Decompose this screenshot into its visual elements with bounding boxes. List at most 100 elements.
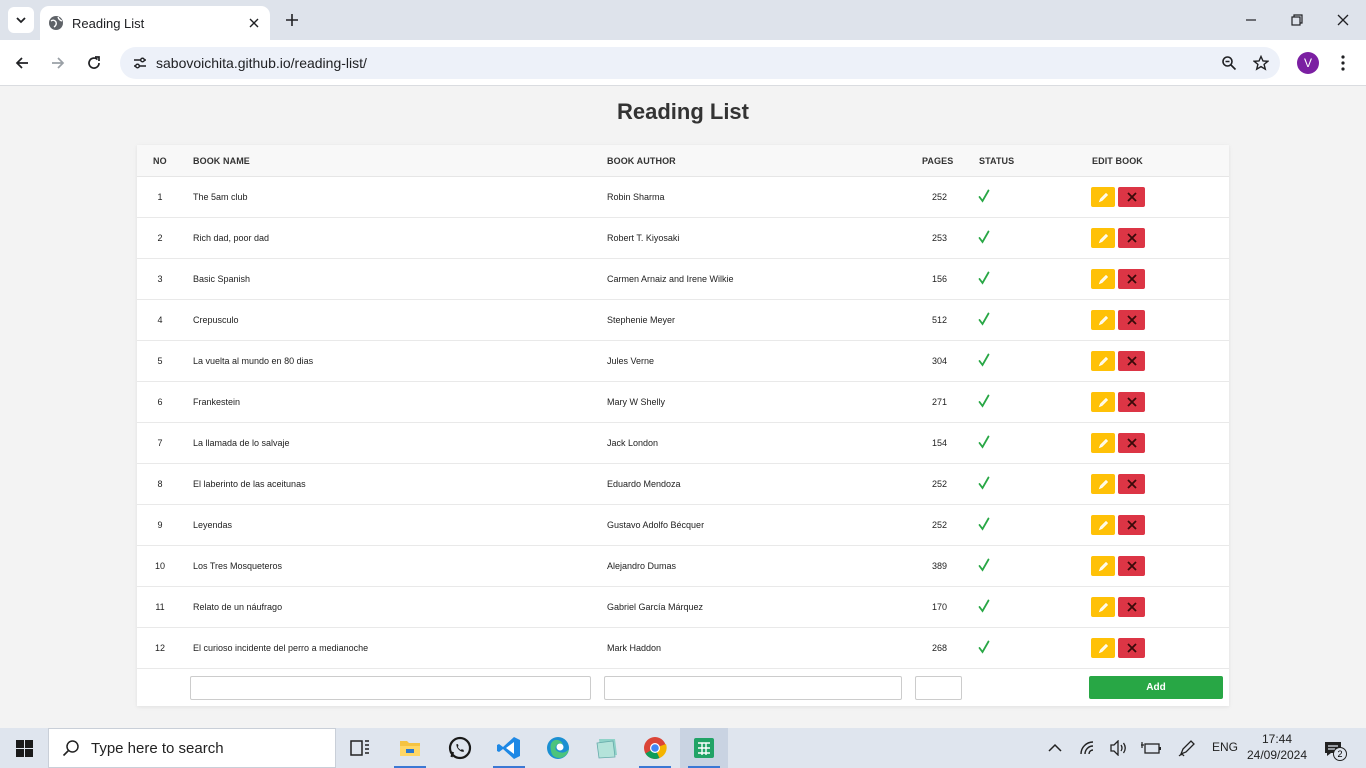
book-author: Eduardo Mendoza (607, 479, 681, 489)
tab-search-button[interactable] (8, 7, 34, 33)
status-check-icon (978, 353, 990, 367)
edit-book-button[interactable] (1091, 392, 1115, 412)
delete-book-button[interactable] (1118, 638, 1145, 658)
clock-time: 17:44 (1261, 732, 1293, 746)
delete-book-button[interactable] (1118, 556, 1145, 576)
task-view-button[interactable] (336, 728, 384, 768)
delete-book-button[interactable] (1118, 269, 1145, 289)
close-icon (1337, 14, 1349, 26)
delete-book-button[interactable] (1118, 433, 1145, 453)
taskbar-chrome[interactable] (631, 728, 679, 768)
edit-book-button[interactable] (1091, 228, 1115, 248)
battery-icon[interactable] (1141, 738, 1161, 758)
table-row: 3 Basic Spanish Carmen Arnaiz and Irene Wi… (137, 259, 1229, 300)
taskbar-vscode[interactable] (485, 728, 533, 768)
taskbar-sticky-app[interactable] (583, 728, 631, 768)
book-name: Los Tres Mosqueteros (193, 561, 283, 571)
delete-book-button[interactable] (1118, 351, 1145, 371)
system-clock[interactable]: 17:44 24/09/2024 (1244, 731, 1310, 763)
close-tab-icon[interactable] (244, 13, 264, 33)
row-number: 7 (157, 438, 163, 448)
row-number: 4 (157, 315, 163, 325)
book-name: Frankestein (193, 397, 241, 407)
edit-book-button[interactable] (1091, 187, 1115, 207)
edit-book-button[interactable] (1091, 433, 1115, 453)
chevron-down-icon (16, 17, 26, 24)
delete-book-button[interactable] (1118, 474, 1145, 494)
delete-book-button[interactable] (1118, 187, 1145, 207)
show-hidden-icons-button[interactable] (1045, 738, 1065, 758)
network-icon[interactable] (1078, 738, 1098, 758)
profile-avatar[interactable]: V (1297, 52, 1319, 74)
pen-icon[interactable] (1177, 738, 1197, 758)
bookmark-star-icon[interactable] (1248, 50, 1274, 76)
book-author: Gabriel García Márquez (607, 602, 704, 612)
globe-icon (48, 15, 64, 31)
minimize-button[interactable] (1239, 8, 1263, 32)
delete-book-button[interactable] (1118, 228, 1145, 248)
table-row: 10 Los Tres Mosqueteros Alejandro Dumas 389 (137, 546, 1229, 587)
edit-book-button[interactable] (1091, 269, 1115, 289)
reload-button[interactable] (81, 50, 107, 76)
taskbar-edge[interactable] (534, 728, 582, 768)
edit-book-button[interactable] (1091, 351, 1115, 371)
delete-x-icon (1126, 274, 1137, 284)
book-name-input[interactable] (190, 676, 591, 700)
table-body: 1 The 5am club Robin Sharma 252 2 Rich dad, p… (137, 177, 1229, 669)
edit-book-button[interactable] (1091, 597, 1115, 617)
book-name: Rich dad, poor dad (193, 233, 270, 243)
site-settings-icon[interactable] (130, 53, 150, 73)
book-pages-input[interactable] (915, 676, 962, 700)
delete-book-button[interactable] (1118, 310, 1145, 330)
taskbar-whatsapp[interactable] (436, 728, 484, 768)
volume-icon[interactable] (1109, 738, 1129, 758)
page-content: Reading List NO BOOK NAME BOOK AUTHOR PA… (0, 87, 1366, 728)
book-name: El curioso incidente del perro a mediano… (193, 643, 369, 653)
edit-book-button[interactable] (1091, 638, 1115, 658)
edit-book-button[interactable] (1091, 310, 1115, 330)
status-check-icon (978, 394, 990, 408)
add-book-button[interactable]: Add (1089, 676, 1223, 699)
close-window-button[interactable] (1331, 8, 1355, 32)
taskbar-file-explorer[interactable] (386, 728, 434, 768)
delete-book-button[interactable] (1118, 392, 1145, 412)
input-language[interactable]: ENG (1212, 740, 1238, 754)
pencil-icon (1098, 643, 1108, 653)
header-book-name: BOOK NAME (193, 156, 250, 166)
delete-x-icon (1126, 233, 1137, 243)
edit-book-button[interactable] (1091, 515, 1115, 535)
windows-taskbar: Type here to search ENG 17:44 24/09/2024… (0, 728, 1366, 768)
taskbar-search-box[interactable]: Type here to search (48, 728, 336, 768)
clock-date: 24/09/2024 (1246, 748, 1308, 762)
notification-center-button[interactable]: 2 (1322, 738, 1347, 761)
add-book-form: Add (137, 669, 1229, 706)
status-check-icon (978, 599, 990, 613)
book-pages: 154 (931, 438, 947, 448)
book-pages: 271 (931, 397, 947, 407)
book-name: Relato de un náufrago (193, 602, 283, 612)
delete-book-button[interactable] (1118, 597, 1145, 617)
edit-book-button[interactable] (1091, 474, 1115, 494)
delete-book-button[interactable] (1118, 515, 1145, 535)
book-author-input[interactable] (604, 676, 902, 700)
forward-button[interactable] (45, 50, 71, 76)
new-tab-button[interactable] (280, 8, 304, 32)
back-button[interactable] (9, 50, 35, 76)
start-button[interactable] (0, 728, 48, 768)
table-row: 6 Frankestein Mary W Shelly 271 (137, 382, 1229, 423)
pencil-icon (1098, 274, 1108, 284)
taskbar-sheets-app[interactable] (680, 728, 728, 768)
status-check-icon (978, 435, 990, 449)
status-check-icon (978, 517, 990, 531)
table-row: 1 The 5am club Robin Sharma 252 (137, 177, 1229, 218)
pencil-icon (1098, 602, 1108, 612)
restore-button[interactable] (1285, 8, 1309, 32)
book-name: Leyendas (193, 520, 233, 530)
browser-menu-button[interactable] (1331, 50, 1355, 76)
edit-book-button[interactable] (1091, 556, 1115, 576)
browser-tab[interactable]: Reading List (40, 6, 270, 40)
pencil-icon (1098, 561, 1108, 571)
address-bar[interactable]: sabovoichita.github.io/reading-list/ (120, 47, 1280, 79)
zoom-icon[interactable] (1216, 50, 1242, 76)
book-author: Stephenie Meyer (607, 315, 676, 325)
